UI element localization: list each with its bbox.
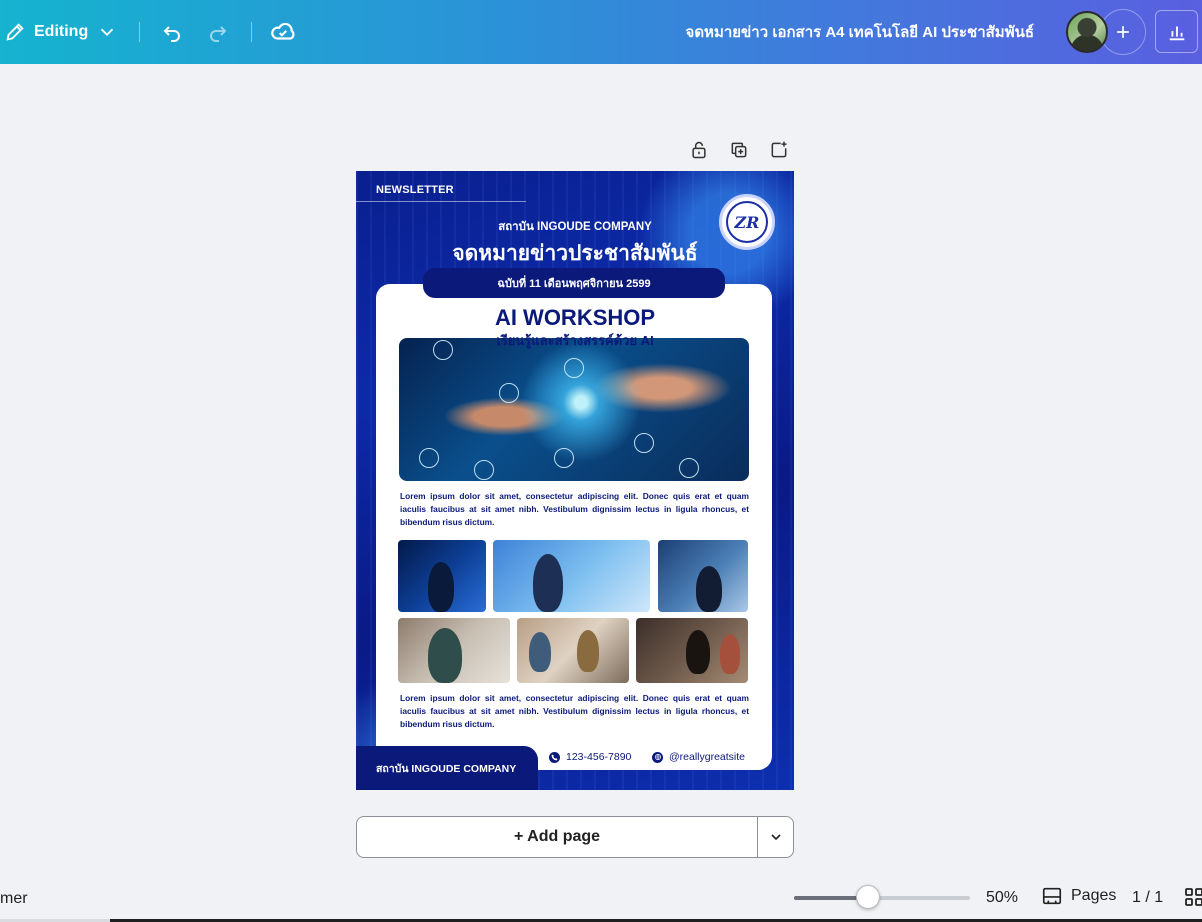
plus-icon xyxy=(1117,26,1129,38)
network-node-icon xyxy=(679,458,699,478)
website-handle: @reallygreatsite xyxy=(669,751,746,763)
document-title[interactable]: จดหมายข่าว เอกสาร A4 เทคโนโลยี AI ประชาส… xyxy=(686,0,1034,64)
undo-icon xyxy=(163,26,180,42)
network-node-icon xyxy=(474,460,494,480)
bottom-bar xyxy=(0,875,1202,922)
top-toolbar: Editing จดหมายข่าว เอกสาร A4 เทคโนโลยี A… xyxy=(0,0,1202,64)
page-actions xyxy=(688,138,790,162)
editing-mode-dropdown[interactable]: Editing xyxy=(4,0,118,64)
phone-number: 123-456-7890 xyxy=(566,751,632,763)
add-page-bar: + Add page xyxy=(356,816,794,858)
zoom-level[interactable]: 50% xyxy=(986,889,1018,907)
insights-button[interactable] xyxy=(1155,10,1198,53)
photo-workshop-class[interactable] xyxy=(636,618,748,683)
redo-button[interactable] xyxy=(202,16,234,48)
duplicate-page-button[interactable] xyxy=(728,138,750,162)
phone-icon xyxy=(549,751,560,763)
grid-icon xyxy=(1185,888,1202,906)
network-node-icon xyxy=(499,383,519,403)
footer-company[interactable]: สถาบัน INGOUDE COMPANY xyxy=(356,746,538,790)
network-node-icon xyxy=(554,448,574,468)
pages-label: Pages xyxy=(1071,887,1117,904)
contact-website[interactable]: @reallygreatsite xyxy=(652,751,745,763)
cloud-check-icon xyxy=(271,22,295,40)
workshop-subtitle[interactable]: เรียนรู้และสร้างสรรค์ด้วย AI xyxy=(356,330,794,351)
photo-vr-interface[interactable] xyxy=(398,540,486,612)
unlock-icon xyxy=(692,141,706,159)
hero-image[interactable] xyxy=(399,338,749,481)
contact-phone[interactable]: 123-456-7890 xyxy=(549,751,631,763)
duplicate-icon xyxy=(731,142,747,158)
redo-icon xyxy=(210,26,227,42)
issue-label[interactable]: ฉบับที่ 11 เดือนพฤศจิกายน 2599 xyxy=(423,268,725,298)
add-page-options-button[interactable] xyxy=(757,817,793,857)
network-node-icon xyxy=(419,448,439,468)
network-node-icon xyxy=(564,358,584,378)
toolbar-divider xyxy=(251,22,252,42)
chevron-down-icon xyxy=(101,28,114,37)
bar-chart-icon xyxy=(1169,26,1184,40)
newsletter-tag[interactable]: NEWSLETTER xyxy=(376,184,454,196)
add-page-button[interactable]: + Add page xyxy=(357,817,757,857)
network-node-icon xyxy=(634,433,654,453)
toolbar-divider xyxy=(139,22,140,42)
grid-view-button[interactable] xyxy=(1184,887,1202,907)
page-count: 1 / 1 xyxy=(1132,889,1164,906)
globe-icon xyxy=(652,751,663,763)
pages-button[interactable]: Pages xyxy=(1041,885,1116,907)
chevron-down-icon xyxy=(770,834,781,841)
user-avatar[interactable] xyxy=(1066,11,1108,53)
photo-digital-screen[interactable] xyxy=(493,540,650,612)
lock-page-button[interactable] xyxy=(688,138,710,162)
notes-button[interactable]: mer xyxy=(0,890,28,908)
photo-vr-headset[interactable] xyxy=(398,618,510,683)
cloud-save-button[interactable] xyxy=(267,16,299,48)
photo-team-meeting[interactable] xyxy=(517,618,629,683)
photo-data-analyst[interactable] xyxy=(658,540,748,612)
newsletter-page[interactable]: NEWSLETTER สถาบัน INGOUDE COMPANY จดหมาย… xyxy=(356,171,794,790)
pages-icon xyxy=(1042,887,1062,905)
logo-mark: ZR xyxy=(726,201,768,243)
header-line xyxy=(356,201,526,202)
zoom-slider[interactable] xyxy=(794,896,970,900)
pencil-icon xyxy=(6,23,24,41)
undo-button[interactable] xyxy=(156,16,188,48)
add-page-icon-button[interactable] xyxy=(768,138,790,162)
editing-label: Editing xyxy=(34,23,89,40)
body-paragraph[interactable]: Lorem ipsum dolor sit amet, consectetur … xyxy=(400,490,749,529)
zoom-slider-handle[interactable] xyxy=(855,885,880,909)
company-logo[interactable]: ZR xyxy=(719,194,775,250)
body-paragraph-2[interactable]: Lorem ipsum dolor sit amet, consectetur … xyxy=(400,692,749,731)
add-page-icon xyxy=(771,141,787,158)
workshop-title[interactable]: AI WORKSHOP xyxy=(356,305,794,331)
